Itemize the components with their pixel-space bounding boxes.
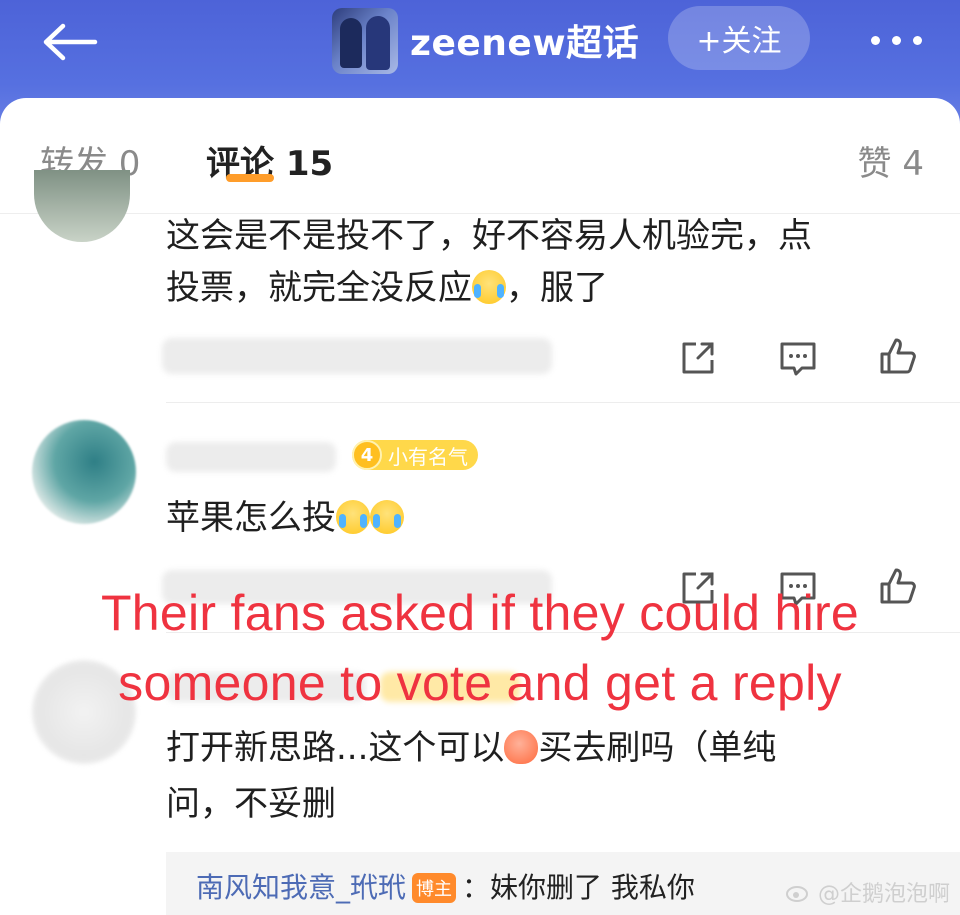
comment-text: 这会是不是投不了，好不容易人机验完，点 bbox=[166, 216, 812, 256]
watermark: @企鹅泡泡啊 bbox=[785, 876, 950, 908]
share-icon[interactable] bbox=[676, 336, 720, 380]
overlay-caption-line2: someone to vote and get a reply bbox=[118, 655, 842, 711]
active-tab-indicator bbox=[226, 174, 274, 182]
peach-icon bbox=[504, 730, 539, 764]
reply-username[interactable]: 南风知我意_玳玳 bbox=[196, 871, 406, 904]
avatar[interactable] bbox=[32, 420, 136, 524]
comment-text: 问，不妥删 bbox=[166, 784, 336, 824]
comment-divider bbox=[166, 402, 960, 403]
tab-bar: 转发 0 评论 15 赞 4 bbox=[0, 98, 960, 214]
comment-icon[interactable] bbox=[776, 336, 820, 380]
tab-likes[interactable]: 赞 4 bbox=[858, 136, 924, 185]
level-badge: 4 小有名气 bbox=[352, 440, 478, 470]
crying-icon bbox=[336, 500, 370, 534]
blurred-username bbox=[166, 442, 336, 472]
super-topic-title[interactable]: zeenew超话 bbox=[410, 14, 639, 66]
comment-text: 投票，就完全没反应 ，服了 bbox=[166, 268, 608, 308]
author-badge: 博主 bbox=[412, 873, 457, 903]
follow-button[interactable]: +关注 bbox=[668, 6, 810, 70]
like-icon[interactable] bbox=[876, 334, 920, 378]
reply-text: ：妹你删了 我私你 bbox=[462, 871, 695, 904]
super-topic-avatar[interactable] bbox=[332, 8, 398, 74]
more-button[interactable] bbox=[856, 20, 936, 60]
more-dots-icon bbox=[870, 35, 880, 45]
comment-text: 苹果怎么投 bbox=[166, 492, 766, 544]
back-arrow-icon bbox=[43, 23, 98, 61]
laughing-crying-icon bbox=[472, 270, 506, 304]
overlay-caption-line1: Their fans asked if they could hire bbox=[100, 585, 860, 641]
crying-icon bbox=[370, 500, 404, 534]
comment-text: 打开新思路...这个可以 买去刷吗（单纯 bbox=[166, 728, 777, 768]
weibo-logo-icon bbox=[785, 886, 808, 902]
blurred-timestamp bbox=[162, 338, 552, 374]
back-button[interactable] bbox=[30, 12, 110, 72]
